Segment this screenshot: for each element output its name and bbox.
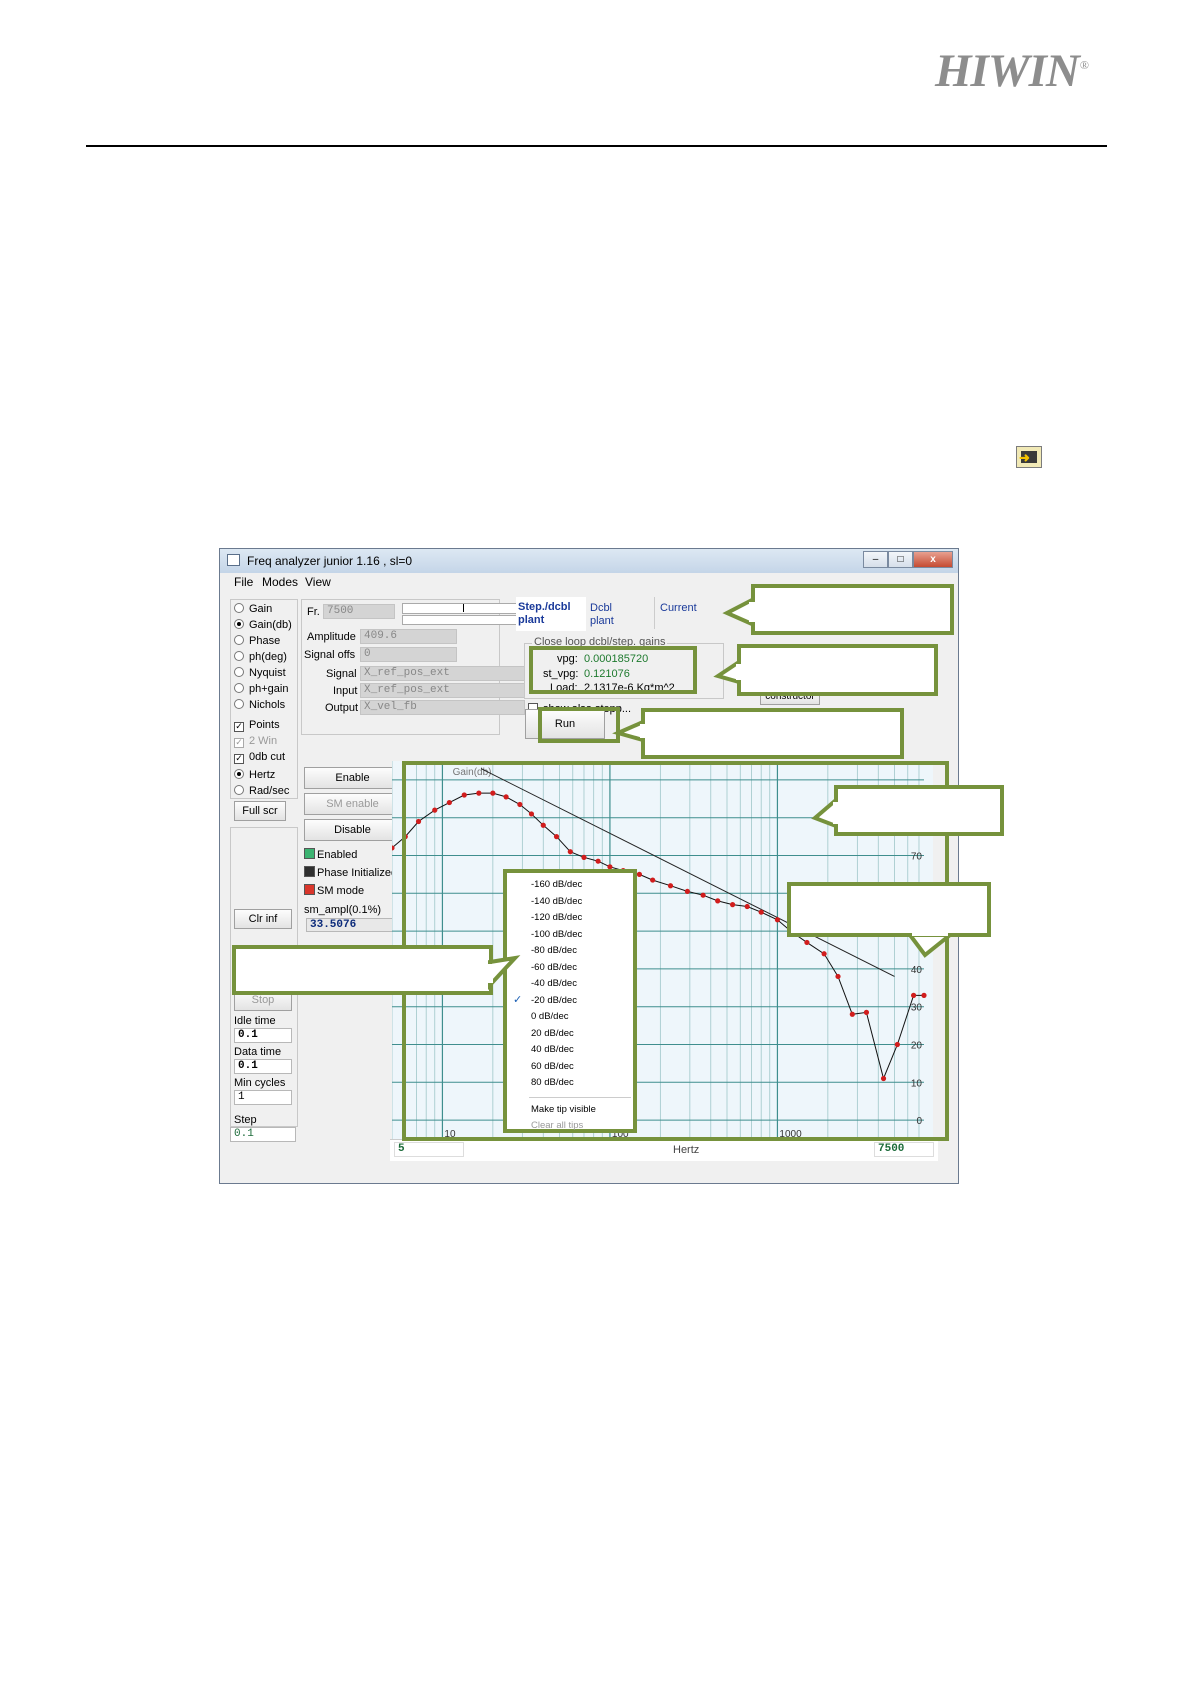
callout-slope-tail [906,933,956,958]
callout-chart-tail [811,795,838,829]
callout-gains-tail [713,658,741,685]
callout-menu-tail [488,955,521,991]
callout-run-tail [612,718,645,743]
callout-tabs-tail [722,596,754,628]
callout-tails [487,596,956,991]
